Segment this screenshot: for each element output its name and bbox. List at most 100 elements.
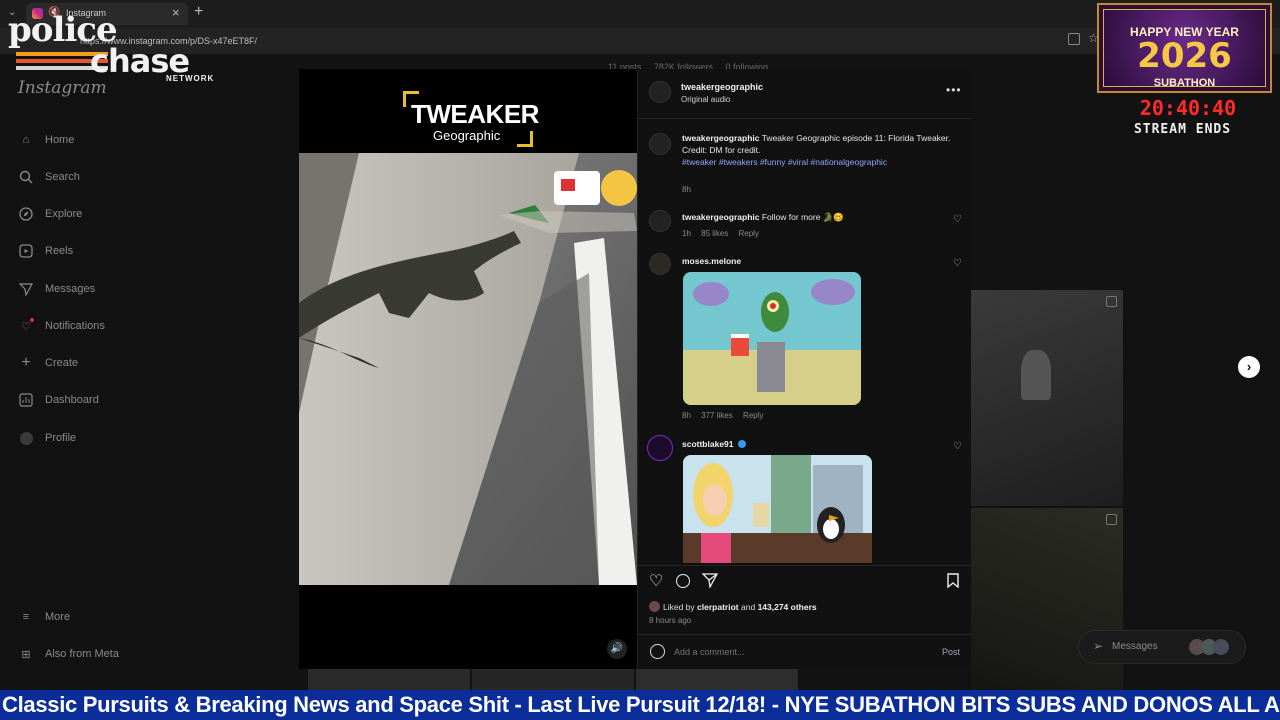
caption-time: 8h bbox=[682, 185, 691, 194]
dashboard-icon bbox=[18, 392, 34, 408]
comment-input[interactable] bbox=[674, 644, 924, 660]
comment-like-heart-icon[interactable]: ♡ bbox=[953, 441, 962, 452]
caption-hashtags[interactable]: #tweaker #tweakers #funny #viral #nation… bbox=[682, 157, 887, 167]
comment-username[interactable]: tweakergeographic bbox=[682, 212, 759, 222]
brand-logo: TWEAKER Geographic bbox=[403, 91, 539, 147]
avatar bbox=[1213, 639, 1229, 655]
sidebar-item-explore[interactable]: Explore bbox=[18, 204, 82, 224]
notification-dot bbox=[30, 318, 34, 322]
emoji-smiley-icon[interactable] bbox=[650, 644, 665, 659]
sidebar-item-label: Dashboard bbox=[45, 394, 99, 406]
badge-year: 2026 bbox=[1137, 36, 1232, 76]
sidebar-item-profile[interactable]: Profile bbox=[18, 428, 76, 448]
sidebar-item-search[interactable]: Search bbox=[18, 167, 80, 187]
brand-title: TWEAKER bbox=[411, 99, 539, 129]
divider bbox=[638, 565, 972, 566]
audio-link[interactable]: Original audio bbox=[681, 95, 730, 104]
liked-by: Liked by clerpatriot and 143,274 others bbox=[649, 601, 817, 612]
sidebar-item-label: Explore bbox=[45, 208, 83, 220]
divider bbox=[638, 634, 972, 635]
comment-avatar[interactable] bbox=[649, 253, 671, 275]
sidebar-item-label: Home bbox=[45, 134, 75, 146]
compass-icon bbox=[18, 206, 34, 222]
news-ticker: Classic Pursuits & Breaking News and Spa… bbox=[0, 690, 1280, 720]
comment-text: Follow for more 🐊🥴 bbox=[761, 212, 844, 222]
sidebar-item-also-from-meta[interactable]: ⊞ Also from Meta bbox=[18, 644, 119, 664]
liked-by-count[interactable]: 143,274 others bbox=[758, 602, 817, 612]
grid-thumbnail[interactable] bbox=[636, 668, 798, 690]
comment-avatar[interactable] bbox=[647, 435, 673, 461]
logo-network: NETWORK bbox=[166, 74, 215, 83]
volume-icon[interactable]: 🔊 bbox=[607, 639, 627, 659]
grid-thumbnail[interactable] bbox=[971, 290, 1123, 506]
comment-gif-family-guy[interactable] bbox=[683, 455, 872, 563]
more-options-icon[interactable]: ••• bbox=[946, 83, 962, 97]
caption-avatar[interactable] bbox=[649, 133, 671, 155]
save-bookmark-icon[interactable] bbox=[947, 573, 959, 593]
badge-line2: SUBATHON bbox=[1153, 77, 1216, 89]
sidebar-item-create[interactable]: + Create bbox=[18, 353, 78, 373]
sidebar-item-home[interactable]: ⌂ Home bbox=[18, 130, 75, 150]
comment-gif-plankton[interactable] bbox=[683, 272, 861, 405]
police-chase-network-logo: police chase NETWORK bbox=[6, 10, 221, 86]
next-post-button[interactable]: › bbox=[1238, 356, 1260, 378]
messages-widget[interactable]: ➢ Messages bbox=[1078, 630, 1246, 664]
comment-username[interactable]: scottblake91 bbox=[682, 439, 734, 449]
cartoon-office-illustration bbox=[683, 455, 872, 563]
brand-bracket bbox=[517, 131, 533, 147]
brand-subtitle: Geographic bbox=[433, 128, 501, 143]
reply-button[interactable]: Reply bbox=[743, 411, 763, 420]
new-year-subathon-badge: HAPPY NEW YEAR 2026 SUBATHON bbox=[1097, 3, 1272, 93]
sidebar-item-notifications[interactable]: ♡ Notifications bbox=[18, 316, 105, 336]
comment-username[interactable]: moses.melone bbox=[682, 256, 741, 266]
stream-timer-label: STREAM ENDS bbox=[1133, 122, 1232, 137]
caption-username[interactable]: tweakergeographic bbox=[682, 133, 759, 143]
reply-button[interactable]: Reply bbox=[739, 229, 759, 238]
thumbnail-figure bbox=[1021, 350, 1051, 400]
sidebar-item-dashboard[interactable]: Dashboard bbox=[18, 390, 99, 410]
post-author[interactable]: tweakergeographic bbox=[681, 82, 763, 92]
meta-grid-icon: ⊞ bbox=[21, 648, 31, 661]
verified-badge-icon bbox=[737, 440, 746, 448]
share-send-icon[interactable] bbox=[701, 572, 719, 593]
like-heart-icon[interactable]: ♡ bbox=[649, 571, 663, 591]
sidebar-item-messages[interactable]: Messages bbox=[18, 279, 95, 299]
comment-likes[interactable]: 85 likes bbox=[701, 229, 728, 238]
video-frame[interactable] bbox=[299, 153, 637, 585]
sidebar-item-more[interactable]: ≡ More bbox=[18, 607, 70, 627]
send-icon bbox=[18, 281, 34, 297]
comment-time: 1h bbox=[682, 229, 691, 238]
plankton-illustration bbox=[683, 272, 861, 405]
comment-like-heart-icon[interactable]: ♡ bbox=[953, 258, 962, 269]
search-icon bbox=[18, 169, 34, 185]
comment-like-heart-icon[interactable]: ♡ bbox=[953, 214, 962, 225]
grid-thumbnail[interactable] bbox=[472, 668, 634, 690]
messages-send-icon: ➢ bbox=[1093, 639, 1104, 653]
comment-avatar[interactable] bbox=[649, 210, 671, 232]
sidebar-item-label: Search bbox=[45, 171, 80, 183]
post-media[interactable]: TWEAKER Geographic 🔊 bbox=[299, 69, 637, 669]
comment-likes[interactable]: 377 likes bbox=[701, 411, 733, 420]
sidebar-item-label: Reels bbox=[45, 245, 74, 257]
sidebar-item-label: More bbox=[45, 611, 71, 623]
stream-timer: 20:40:40 bbox=[1139, 96, 1237, 120]
liked-by-user[interactable]: clerpatriot bbox=[697, 602, 739, 612]
sidebar-item-label: Messages bbox=[45, 283, 96, 295]
reel-icon bbox=[1106, 296, 1117, 307]
sidebar-item-label: Notifications bbox=[45, 320, 105, 332]
post-timestamp: 8 hours ago bbox=[649, 616, 692, 625]
sidebar-item-reels[interactable]: Reels bbox=[18, 241, 73, 261]
menu-icon: ≡ bbox=[22, 611, 30, 623]
author-avatar[interactable] bbox=[649, 81, 671, 103]
comment-bubble-icon[interactable] bbox=[676, 574, 690, 588]
caption-text: Tweaker Geographic episode 11: Florida T… bbox=[761, 133, 951, 143]
alligator-road-scene bbox=[299, 153, 637, 585]
heart-icon: ♡ bbox=[18, 318, 34, 334]
comment-body: tweakergeographic Follow for more 🐊🥴 bbox=[682, 212, 844, 223]
caption: tweakergeographic Tweaker Geographic epi… bbox=[682, 132, 952, 168]
avatar bbox=[649, 601, 660, 612]
grid-thumbnail[interactable] bbox=[308, 668, 470, 690]
post-comment-button[interactable]: Post bbox=[942, 647, 960, 657]
comment-meta: 1h 85 likes Reply bbox=[682, 229, 759, 238]
post-details-panel: tweakergeographic Original audio ••• twe… bbox=[637, 69, 972, 669]
